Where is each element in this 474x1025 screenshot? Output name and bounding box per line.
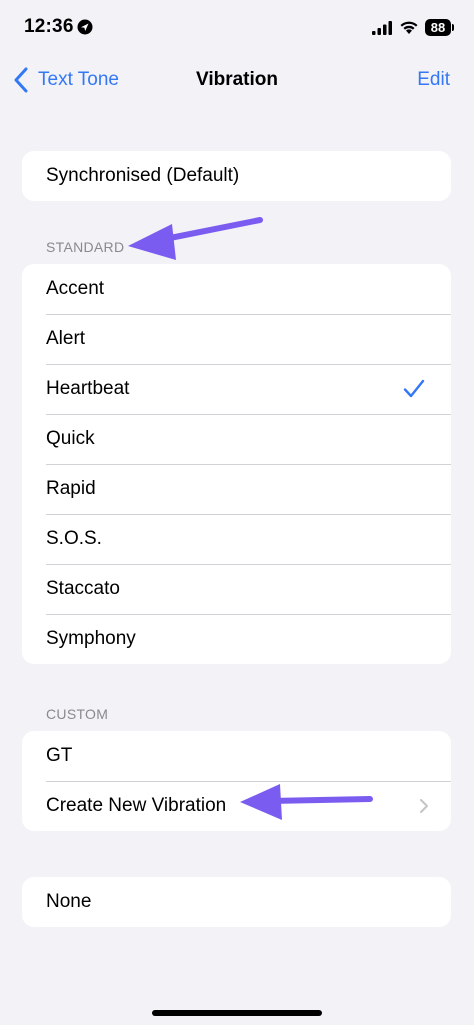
arrow-to-standard: [128, 217, 263, 260]
arrow-to-create-new-vibration: [240, 784, 373, 820]
home-indicator: [152, 1010, 322, 1016]
annotation-arrows: [128, 217, 373, 820]
